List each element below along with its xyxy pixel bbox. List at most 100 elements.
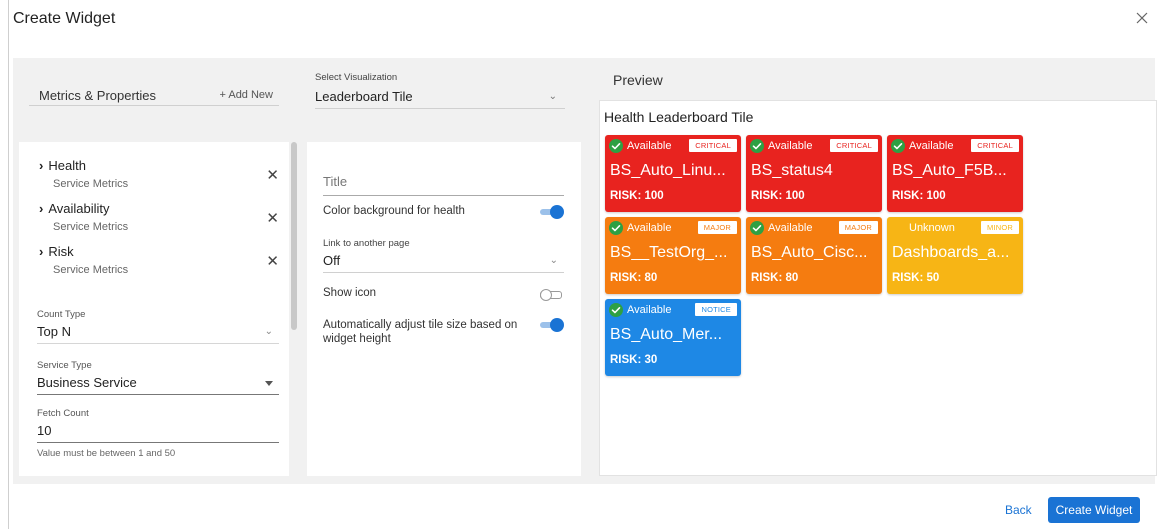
color-background-toggle[interactable] [540,205,564,219]
metrics-title: Metrics & Properties [39,88,157,103]
chevron-down-icon: ⌄ [264,326,273,337]
tile-status: Available [627,140,672,152]
metric-sub: Service Metrics [53,264,129,276]
count-type-select[interactable]: Count Type Top N ⌄ [37,309,279,344]
leaderboard-tile[interactable]: Unknown MINOR Dashboards_a... RISK: 50 [887,217,1023,294]
metric-item-risk[interactable]: › Risk Service Metrics ✕ [39,244,279,284]
tile-service-name: BS_Auto_F5B... [892,162,1007,179]
add-new-button[interactable]: + Add New [219,89,273,101]
remove-icon[interactable]: ✕ [266,252,279,270]
metric-sub: Service Metrics [53,178,129,190]
tile-status: Available [768,222,813,234]
check-circle-icon [891,139,905,153]
metrics-panel: › Health Service Metrics ✕ › Availability … [19,142,299,476]
tile-status: Unknown [909,222,955,234]
service-type-value[interactable]: Business Service [37,375,279,395]
leaderboard-tile[interactable]: Available MAJOR BS_Auto_Cisc... RISK: 80 [746,217,882,294]
tile-status: Available [627,222,672,234]
back-button[interactable]: Back [1005,503,1032,517]
leaderboard-tile[interactable]: Available MAJOR BS__TestOrg_... RISK: 80 [605,217,741,294]
count-type-label: Count Type [37,309,86,320]
link-page-value[interactable]: Off ⌄ [323,253,564,273]
severity-badge: CRITICAL [971,139,1019,152]
count-type-value[interactable]: Top N ⌄ [37,324,279,344]
service-type-label: Service Type [37,360,92,371]
tile-risk: RISK: 80 [610,272,658,284]
remove-icon[interactable]: ✕ [266,166,279,184]
tile-risk: RISK: 100 [610,190,664,202]
visualization-value[interactable]: Leaderboard Tile ⌄ [315,89,565,109]
leaderboard-tile[interactable]: Available NOTICE BS_Auto_Mer... RISK: 30 [605,299,741,376]
show-icon-label: Show icon [323,287,377,299]
toggle-knob [550,318,564,332]
link-page-select[interactable]: Link to another page Off ⌄ [323,238,564,273]
fetch-count-field[interactable]: Fetch Count 10 Value must be between 1 a… [37,408,279,459]
link-page-label: Link to another page [323,238,410,249]
metrics-header: Metrics & Properties + Add New [29,78,279,106]
fetch-count-hint: Value must be between 1 and 50 [37,448,176,459]
close-icon[interactable] [1136,12,1148,24]
scrollbar[interactable] [289,142,299,476]
metric-name: › Availability [39,201,110,216]
auto-adjust-label: Automatically adjust tile size based on … [323,319,518,345]
tile-service-name: BS_status4 [751,162,833,179]
preview-panel: Health Leaderboard Tile Available CRITICA… [599,100,1157,476]
check-circle-icon [750,221,764,235]
tile-risk: RISK: 80 [751,272,799,284]
show-icon-row: Show icon [323,287,564,302]
visualization-settings-panel: Title Color background for health Link t… [307,142,581,476]
leaderboard-tile[interactable]: Available CRITICAL BS_Auto_F5B... RISK: 100 [887,135,1023,212]
scrollbar-thumb[interactable] [291,142,297,330]
chevron-right-icon: › [39,158,44,173]
auto-adjust-row: Automatically adjust tile size based on … [323,318,564,346]
severity-badge: MINOR [981,221,1019,234]
widget-config-area: Metrics & Properties + Add New › Health S… [13,58,1157,484]
chevron-right-icon: › [39,244,44,259]
dialog-footer: Back Create Widget [9,484,1158,529]
remove-icon[interactable]: ✕ [266,209,279,227]
check-circle-icon [609,221,623,235]
metric-item-health[interactable]: › Health Service Metrics ✕ [39,158,279,198]
create-widget-dialog: Create Widget Metrics & Properties + Add… [8,0,1158,529]
tile-status: Available [627,304,672,316]
metric-item-availability[interactable]: › Availability Service Metrics ✕ [39,201,279,241]
caret-down-icon [265,381,273,386]
chevron-right-icon: › [39,201,44,216]
color-background-row: Color background for health [323,205,564,219]
preview-widget-title: Health Leaderboard Tile [604,109,754,125]
chevron-down-icon: ⌄ [549,255,558,266]
show-icon-toggle[interactable] [540,288,564,302]
chevron-down-icon: ⌄ [548,91,557,102]
create-widget-button[interactable]: Create Widget [1048,497,1140,523]
fetch-count-input[interactable]: 10 [37,423,279,443]
severity-badge: CRITICAL [689,139,737,152]
check-circle-icon [609,139,623,153]
tile-risk: RISK: 100 [892,190,946,202]
toggle-knob [550,205,564,219]
service-type-select[interactable]: Service Type Business Service [37,360,279,395]
severity-badge: CRITICAL [830,139,878,152]
check-circle-icon [750,139,764,153]
auto-adjust-toggle[interactable] [540,318,564,332]
leaderboard-tile[interactable]: Available CRITICAL BS_Auto_Linu... RISK: 10… [605,135,741,212]
tile-service-name: Dashboards_a... [892,244,1010,261]
title-input[interactable]: Title [323,172,564,196]
metric-sub: Service Metrics [53,221,129,233]
color-background-label: Color background for health [323,205,465,217]
tile-service-name: BS_Auto_Mer... [610,326,723,343]
tile-risk: RISK: 50 [892,272,940,284]
tile-status: Available [768,140,813,152]
tile-status: Available [909,140,954,152]
severity-badge: MAJOR [697,221,737,234]
leaderboard-tile[interactable]: Available CRITICAL BS_status4 RISK: 100 [746,135,882,212]
visualization-select[interactable]: Select Visualization Leaderboard Tile ⌄ [315,72,565,109]
tile-service-name: BS_Auto_Cisc... [751,244,868,261]
tile-service-name: BS__TestOrg_... [610,244,728,261]
visualization-label: Select Visualization [315,72,398,83]
toggle-knob [540,289,552,301]
preview-title: Preview [613,72,663,88]
severity-badge: NOTICE [695,303,737,316]
tile-risk: RISK: 100 [751,190,805,202]
metric-name: › Risk [39,244,74,259]
metric-name: › Health [39,158,86,173]
